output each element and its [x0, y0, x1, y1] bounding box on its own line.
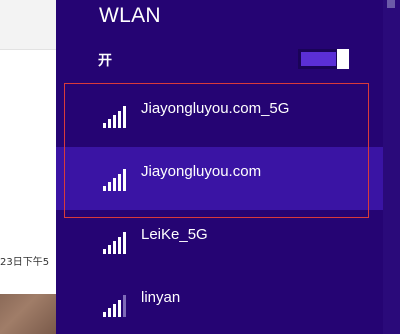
network-item[interactable]: LeiKe_5G: [56, 210, 383, 273]
background-toolbar: [0, 0, 56, 50]
network-name: Jiayongluyou.com_5G: [141, 100, 290, 117]
toggle-thumb[interactable]: [337, 49, 349, 69]
network-item[interactable]: Jiayongluyou.com_5G: [56, 84, 383, 147]
background-timestamp: 23日下午5: [0, 257, 50, 268]
wlan-toggle[interactable]: [298, 49, 349, 69]
wifi-signal-icon: [103, 104, 129, 128]
wifi-signal-icon: [103, 293, 129, 317]
network-name: LeiKe_5G: [141, 226, 208, 243]
background-photo: [0, 294, 56, 334]
wifi-signal-icon: [103, 167, 129, 191]
wlan-toggle-label: 开: [98, 53, 112, 69]
network-list: Jiayongluyou.com_5G Jiayongluyou.com Lei…: [56, 84, 383, 334]
toggle-fill: [301, 52, 336, 66]
wifi-signal-icon: [103, 230, 129, 254]
panel-title: WLAN: [99, 4, 161, 27]
network-name: linyan: [141, 289, 181, 306]
network-item-selected[interactable]: Jiayongluyou.com: [56, 147, 383, 210]
scrollbar[interactable]: [383, 0, 400, 334]
wlan-panel: WLAN 开 Jiayongluyou.com_5G Jiayongluyou.…: [56, 0, 400, 334]
network-item[interactable]: linyan: [56, 273, 383, 334]
network-name: Jiayongluyou.com: [141, 163, 262, 180]
scrollbar-thumb[interactable]: [387, 0, 395, 8]
background-app: 23日下午5: [0, 0, 56, 334]
screen: 23日下午5 WLAN 开 Jiayongluyou.com_5G Jiayon…: [0, 0, 400, 334]
